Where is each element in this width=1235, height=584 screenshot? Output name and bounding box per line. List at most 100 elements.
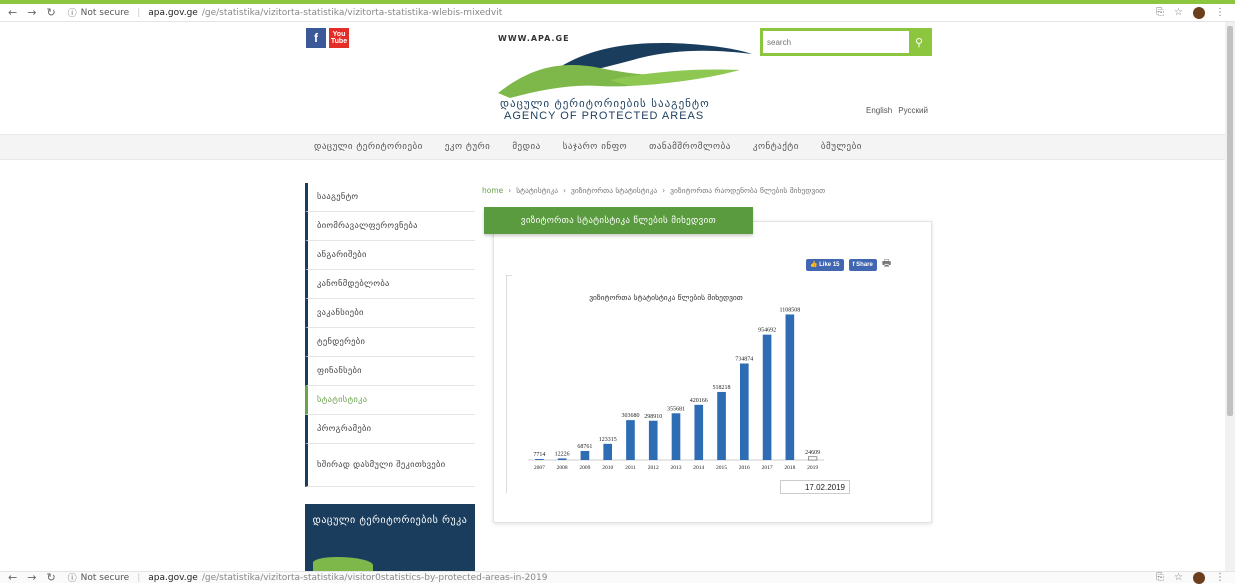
- agency-name-english: AGENCY OF PROTECTED AREAS: [504, 110, 705, 122]
- star-icon[interactable]: ☆: [1174, 7, 1183, 19]
- chart-data-label: 303680: [621, 413, 639, 419]
- facebook-icon[interactable]: f: [306, 28, 326, 48]
- reload-icon[interactable]: ↻: [46, 571, 55, 584]
- agency-name-georgian: დაცული ტერიტორიების სააგენტო: [500, 97, 710, 110]
- breadcrumb: home › სტატისტიკა › ვიზიტორთა სტატისტიკა…: [482, 186, 825, 195]
- info-icon: ⓘ: [67, 574, 77, 584]
- chart-x-tick-label: 2018: [784, 465, 795, 471]
- visitor-chart: ვიზიტორთა სტატისტიკა წლების მიხედვით 7714…: [506, 275, 851, 493]
- agency-logo[interactable]: WWW.APA.GE დაცული ტერიტორიების სააგენტო …: [490, 34, 760, 132]
- date-field: 17.02.2019: [780, 480, 850, 494]
- star-icon[interactable]: ☆: [1174, 572, 1183, 584]
- youtube-icon[interactable]: You Tube: [329, 28, 349, 48]
- url-host: apa.gov.ge: [148, 7, 198, 18]
- chart-bar: [717, 391, 726, 460]
- chart-data-label: 518218: [713, 385, 731, 391]
- forward-arrow-icon[interactable]: →: [27, 571, 36, 584]
- breadcrumb-home[interactable]: home: [482, 186, 503, 195]
- chart-x-tick-label: 2007: [534, 465, 545, 471]
- chart-data-label: 734874: [735, 357, 753, 363]
- chart-data-label: 355681: [667, 406, 685, 412]
- chart-data-label: 123315: [599, 437, 617, 443]
- menu-kebab-icon[interactable]: ⋮: [1215, 7, 1225, 19]
- sidebar-item-statistics[interactable]: სტატისტიკა: [305, 386, 475, 415]
- translate-icon[interactable]: ⎘: [1156, 7, 1164, 19]
- back-arrow-icon[interactable]: ←: [8, 6, 17, 19]
- breadcrumb-statistics[interactable]: სტატისტიკა: [516, 186, 558, 195]
- extension-avatar-icon[interactable]: [1193, 571, 1205, 584]
- chart-x-tick-label: 2014: [693, 465, 704, 471]
- search-input[interactable]: [763, 31, 909, 53]
- breadcrumb-visitor-stats[interactable]: ვიზიტორთა სტატისტიკა: [571, 186, 657, 195]
- browser-toolbar-bottom: ← → ↻ ⓘ Not secure | apa.gov.ge/ge/stati…: [0, 571, 1235, 584]
- lang-russian[interactable]: Русский: [898, 106, 928, 115]
- nav-protected-areas[interactable]: დაცული ტერიტორიები: [314, 142, 423, 152]
- chart-bar: [807, 456, 818, 461]
- nav-contact[interactable]: კონტაქტი: [753, 142, 799, 152]
- chart-bar: [535, 458, 544, 460]
- back-arrow-icon[interactable]: ←: [8, 571, 17, 584]
- chart-data-label: 298910: [644, 414, 662, 420]
- chart-data-label: 1108508: [779, 307, 800, 313]
- share-label: Share: [856, 261, 873, 268]
- facebook-like-button[interactable]: 👍 Like 15: [806, 258, 844, 271]
- page-scrollbar[interactable]: [1225, 22, 1235, 571]
- chart-data-label: 68761: [577, 444, 592, 450]
- sidebar-item-biodiversity[interactable]: ბიომრავალფეროვნება: [305, 212, 475, 241]
- sidebar-item-agency[interactable]: სააგენტო: [305, 183, 475, 212]
- chart-title: ვიზიტორთა სტატისტიკა წლების მიხედვით: [589, 293, 743, 302]
- sidebar-item-faq[interactable]: ხშირად დასმული შეკითხვები: [305, 444, 475, 487]
- reload-icon[interactable]: ↻: [46, 6, 55, 19]
- chart-bar: [671, 413, 681, 460]
- chart-data-label: 954692: [758, 328, 776, 334]
- sidebar-item-vacancies[interactable]: ვაკანსიები: [305, 299, 475, 328]
- chart-bar: [603, 443, 613, 460]
- chart-bar: [762, 334, 772, 460]
- chart-x-tick-label: 2019: [807, 465, 818, 471]
- nav-links[interactable]: ბმულები: [821, 142, 862, 152]
- url-host: apa.gov.ge: [148, 572, 198, 583]
- chart-x-tick-label: 2012: [648, 465, 659, 471]
- page-title: ვიზიტორთა სტატისტიკა წლების მიხედვით: [484, 207, 753, 234]
- chart-data-label: 420166: [690, 398, 708, 404]
- translate-icon[interactable]: ⎘: [1156, 572, 1164, 584]
- facebook-share-button[interactable]: f Share: [848, 258, 877, 271]
- protected-areas-map-box[interactable]: დაცული ტერიტორიების რუკა: [305, 504, 475, 571]
- chart-x-tick-label: 2016: [739, 465, 750, 471]
- nav-eco-tours[interactable]: ეკო ტური: [445, 142, 491, 152]
- social-links: f You Tube: [306, 28, 349, 48]
- menu-kebab-icon[interactable]: ⋮: [1215, 572, 1225, 584]
- sidebar-item-tenders[interactable]: ტენდერები: [305, 328, 475, 357]
- extension-avatar-icon[interactable]: [1193, 6, 1205, 19]
- breadcrumb-sep: ›: [508, 186, 512, 195]
- address-bar[interactable]: ⓘ Not secure | apa.gov.ge/ge/statistika/…: [68, 6, 503, 20]
- search-icon[interactable]: ⚲: [909, 31, 929, 53]
- address-bar[interactable]: ⓘ Not secure | apa.gov.ge/ge/statistika/…: [68, 571, 548, 584]
- breadcrumb-sep: ›: [662, 186, 666, 195]
- chart-bar: [785, 314, 795, 460]
- search-box: ⚲: [760, 28, 932, 56]
- chart-x-tick-label: 2009: [579, 465, 590, 471]
- sidebar-item-reports[interactable]: ანგარიშები: [305, 241, 475, 270]
- chart-x-tick-label: 2010: [602, 465, 613, 471]
- chart-data-label: 24609: [805, 450, 820, 456]
- sidebar-item-finances[interactable]: ფინანსები: [305, 357, 475, 386]
- nav-cooperation[interactable]: თანამშრომლობა: [649, 142, 731, 152]
- forward-arrow-icon[interactable]: →: [27, 6, 36, 19]
- chart-bar: [557, 458, 567, 460]
- browser-toolbar: ← → ↻ ⓘ Not secure | apa.gov.ge/ge/stati…: [0, 4, 1235, 22]
- sidebar-item-legislation[interactable]: კანონმდებლობა: [305, 270, 475, 299]
- chart-x-tick-label: 2017: [762, 465, 773, 471]
- map-box-title: დაცული ტერიტორიების რუკა: [312, 515, 468, 526]
- print-icon[interactable]: 🖶: [882, 256, 891, 273]
- nav-media[interactable]: მედია: [512, 142, 540, 152]
- lang-english[interactable]: English: [866, 106, 892, 115]
- chart-bar: [626, 420, 635, 460]
- scrollbar-thumb[interactable]: [1227, 26, 1233, 416]
- sidebar-item-programs[interactable]: პროგრამები: [305, 415, 475, 444]
- chart-bar: [694, 404, 704, 460]
- map-thumbnail: [313, 557, 373, 571]
- logo-mountains-icon: [498, 43, 752, 98]
- chart-bar: [648, 420, 658, 460]
- nav-public-info[interactable]: საჯარო ინფო: [563, 142, 627, 152]
